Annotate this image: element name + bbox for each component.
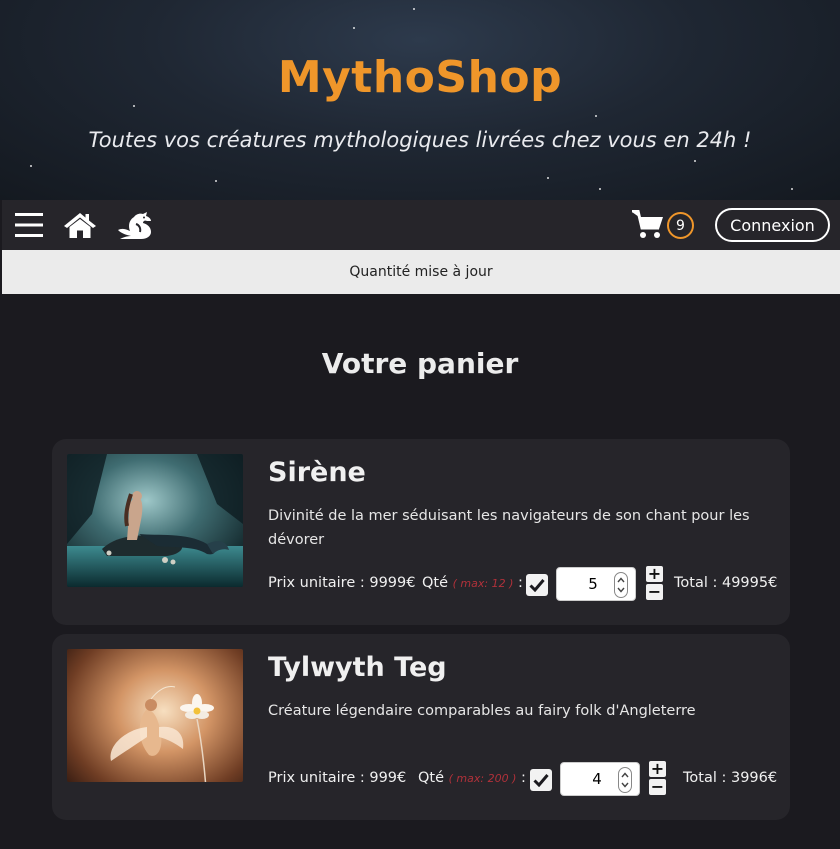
quantity-label: Qté ( max: 12 ) : (422, 575, 523, 591)
product-description: Créature légendaire comparables au fairy… (268, 703, 696, 719)
product-name[interactable]: Sirène (268, 457, 366, 488)
cart-item: Sirène Divinité de la mer séduisant les … (52, 439, 790, 625)
line-total: Total : 3996€ (683, 770, 778, 786)
hamburger-menu-icon[interactable] (14, 210, 44, 240)
quantity-input[interactable]: 5 (556, 567, 636, 601)
confirm-checkbox[interactable] (530, 769, 552, 791)
shopping-cart-icon[interactable] (630, 210, 666, 240)
unit-price: Prix unitaire : 999€ (268, 770, 407, 786)
increment-button[interactable]: + (649, 761, 666, 777)
product-image-tylwyth-teg (67, 649, 243, 782)
quantity-stepper: + − (646, 566, 664, 602)
product-controls: Prix unitaire : 999€ Qté ( max: 200 ) : … (268, 761, 778, 798)
status-message: Quantité mise à jour (2, 250, 840, 294)
login-button[interactable]: Connexion (715, 208, 830, 242)
increment-button[interactable]: + (646, 566, 663, 582)
site-tagline: Toutes vos créatures mythologiques livré… (88, 128, 752, 152)
product-image-sirene (67, 454, 243, 587)
decrement-button[interactable]: − (646, 584, 663, 600)
cart-item: Tylwyth Teg Créature légendaire comparab… (52, 634, 790, 820)
product-description: Divinité de la mer séduisant les navigat… (268, 508, 750, 548)
confirm-checkbox[interactable] (526, 574, 548, 596)
hero-header: MythoShop Toutes vos créatures mythologi… (0, 0, 840, 200)
unit-price: Prix unitaire : 9999€ (268, 575, 416, 591)
quantity-input[interactable]: 4 (560, 762, 640, 796)
quantity-max: ( max: 200 ) (448, 772, 517, 785)
home-icon[interactable] (62, 210, 98, 240)
cart-count-badge[interactable]: 9 (667, 212, 694, 239)
dragon-icon[interactable] (114, 210, 154, 240)
site-title[interactable]: MythoShop (0, 52, 840, 103)
quantity-stepper: + − (649, 761, 667, 797)
product-controls: Prix unitaire : 9999€ Qté ( max: 12 ) : … (268, 566, 778, 603)
quantity-label: Qté ( max: 200 ) : (418, 770, 526, 786)
line-total: Total : 49995€ (674, 575, 778, 591)
page-title: Votre panier (321, 347, 519, 380)
spinner-icon (618, 767, 632, 793)
product-name[interactable]: Tylwyth Teg (268, 652, 447, 683)
spinner-icon (614, 572, 628, 598)
quantity-max: ( max: 12 ) (452, 577, 514, 590)
decrement-button[interactable]: − (649, 779, 666, 795)
